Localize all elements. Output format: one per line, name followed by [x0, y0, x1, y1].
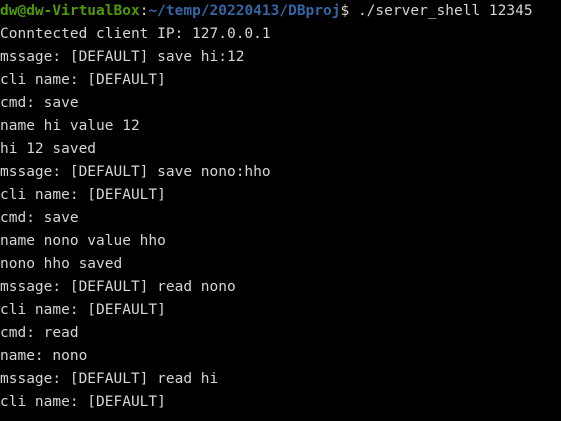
prompt-command: ./server_shell 12345 [357, 3, 533, 19]
output-line: cmd: read [0, 325, 79, 341]
output-line: name: nono [0, 348, 88, 364]
output-line: cli name: [DEFAULT] [0, 394, 166, 410]
output-line: nono hho saved [0, 256, 123, 272]
prompt-path: ~/temp/20220413/DBproj [148, 3, 341, 19]
output-line: hi 12 saved [0, 141, 97, 157]
prompt-user-host: dw@dw-VirtualBox [0, 3, 140, 19]
output-line: cmd: save [0, 210, 79, 226]
output-line: mssage: [DEFAULT] save nono:hho [0, 164, 271, 180]
output-line: Conntected client IP: 127.0.0.1 [0, 26, 271, 42]
output-line: mssage: [DEFAULT] read nono [0, 279, 236, 295]
output-line: mssage: [DEFAULT] save hi:12 [0, 49, 245, 65]
output-line: cli name: [DEFAULT] [0, 302, 166, 318]
terminal-window[interactable]: dw@dw-VirtualBox:~/temp/20220413/DBproj$… [0, 0, 561, 421]
output-line: cli name: [DEFAULT] [0, 187, 166, 203]
output-line: cli name: [DEFAULT] [0, 72, 166, 88]
output-line: cmd: save [0, 95, 79, 111]
prompt-dollar: $ [340, 3, 358, 19]
output-line: name hi value 12 [0, 118, 140, 134]
output-line: name nono value hho [0, 233, 166, 249]
prompt-line: dw@dw-VirtualBox:~/temp/20220413/DBproj$… [0, 0, 561, 23]
output-line: mssage: [DEFAULT] read hi [0, 371, 219, 387]
